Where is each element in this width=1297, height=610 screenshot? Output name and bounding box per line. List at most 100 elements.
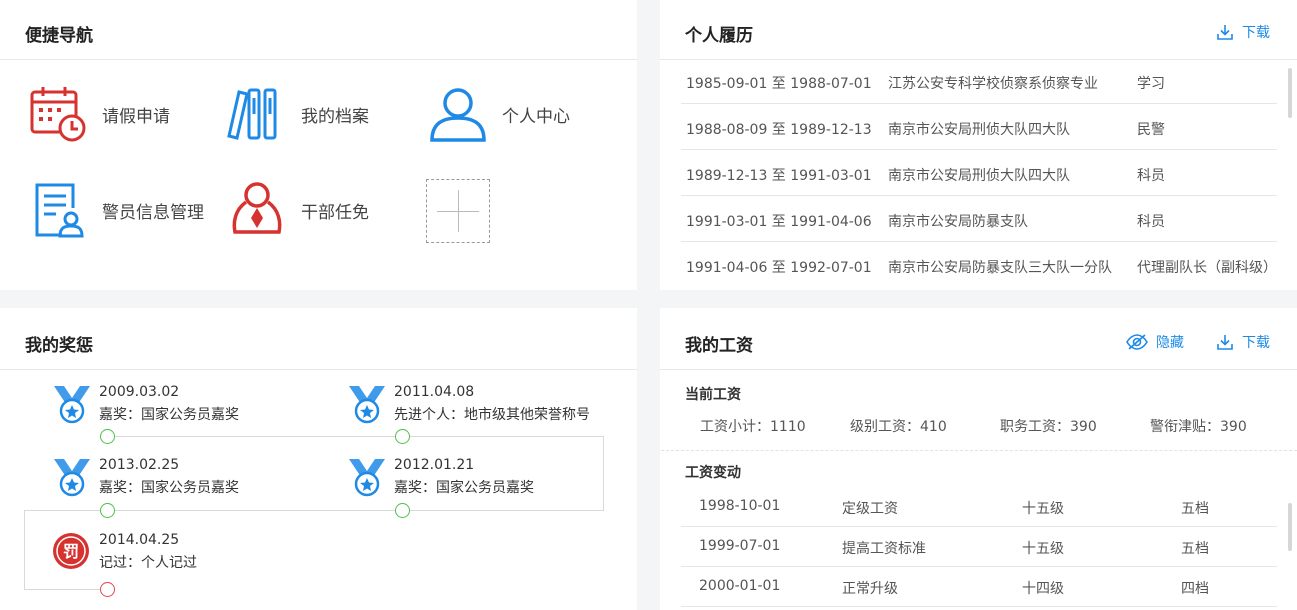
resume-position: 学习 (1137, 76, 1165, 92)
cadre-tie-icon (227, 180, 287, 240)
salary-position: 职务工资：390 (1000, 419, 1097, 435)
nav-item-personal-center[interactable]: 个人中心 (428, 84, 570, 144)
salary-level: 级别工资：410 (850, 419, 947, 435)
nav-item-my-archive[interactable]: 我的档案 (227, 84, 369, 144)
table-row: 1989-12-13 至 1991-03-01 南京市公安局刑侦大队四大队 科员 (681, 150, 1277, 196)
award-desc: 先进个人：地市级其他荣誉称号 (394, 407, 590, 423)
table-row: 1985-09-01 至 1988-07-01 江苏公安专科学校侦察系侦察专业 … (681, 58, 1277, 104)
salary-rank-allowance: 警衔津贴：390 (1150, 419, 1247, 435)
quick-nav-panel: 便捷导航 请假申请 我的档案 个人中心 警员信息管理 干部任免 (0, 0, 637, 290)
change-grade: 五档 (1181, 501, 1209, 517)
award-desc: 嘉奖：国家公务员嘉奖 (99, 407, 239, 423)
calendar-clock-icon (28, 84, 88, 144)
salary-download-button[interactable]: 下载 (1216, 332, 1270, 352)
table-row: 1998-10-01 定级工资 十五级 五档 (681, 487, 1277, 527)
timeline-line (24, 589, 107, 590)
penalty-badge-text: 罚 (63, 542, 79, 561)
change-level: 十五级 (1022, 501, 1064, 517)
award-desc: 记过：个人记过 (99, 555, 197, 571)
timeline-dot (395, 429, 410, 444)
award-date: 2014.04.25 (99, 532, 180, 548)
resume-period: 1985-09-01 至 1988-07-01 (686, 76, 872, 92)
awards-title: 我的奖惩 (25, 336, 93, 356)
eye-hidden-icon (1126, 334, 1148, 350)
change-level: 十四级 (1022, 581, 1064, 597)
nav-item-cadre-appointment[interactable]: 干部任免 (227, 180, 369, 240)
nav-item-leave-request[interactable]: 请假申请 (28, 84, 170, 144)
current-salary-title: 当前工资 (685, 387, 741, 403)
award-desc: 嘉奖：国家公务员嘉奖 (394, 480, 534, 496)
nav-item-label: 干部任免 (301, 202, 369, 223)
award-item: 2012.01.21 嘉奖：国家公务员嘉奖 (347, 457, 607, 501)
resume-period: 1989-12-13 至 1991-03-01 (686, 168, 872, 184)
resume-title: 个人履历 (685, 26, 753, 46)
salary-divider (660, 369, 1297, 370)
timeline-dot (100, 582, 115, 597)
change-type: 正常升级 (842, 581, 898, 597)
timeline-dot (100, 429, 115, 444)
change-grade: 四档 (1181, 581, 1209, 597)
user-document-icon (28, 180, 88, 240)
award-date: 2012.01.21 (394, 457, 475, 473)
hide-label: 隐藏 (1156, 335, 1184, 351)
change-level: 十五级 (1022, 541, 1064, 557)
change-date: 1998-10-01 (699, 498, 781, 514)
penalty-seal-icon: 罚 (53, 533, 89, 569)
table-row: 2000-01-01 正常升级 十四级 四档 (681, 567, 1277, 607)
resume-period: 1991-04-06 至 1992-07-01 (686, 260, 872, 276)
award-item: 2011.04.08 先进个人：地市级其他荣誉称号 (347, 384, 607, 428)
table-row: 1991-03-01 至 1991-04-06 南京市公安局防暴支队 科员 (681, 196, 1277, 242)
table-row: 1999-07-01 提高工资标准 十五级 五档 (681, 527, 1277, 567)
archive-books-icon (227, 84, 287, 144)
timeline-dot (100, 503, 115, 518)
nav-item-label: 请假申请 (102, 106, 170, 127)
resume-download-button[interactable]: 下载 (1216, 22, 1270, 42)
quick-nav-divider (0, 59, 637, 60)
nav-item-label: 警员信息管理 (102, 202, 204, 223)
award-date: 2009.03.02 (99, 384, 180, 400)
download-icon (1217, 335, 1233, 350)
salary-section-divider (661, 450, 1297, 451)
award-desc: 嘉奖：国家公务员嘉奖 (99, 480, 239, 496)
resume-position: 科员 (1137, 214, 1165, 230)
resume-position: 代理副队长（副科级） (1137, 260, 1277, 276)
medal-icon (54, 386, 90, 424)
salary-subtotal: 工资小计：1110 (700, 419, 806, 435)
resume-org: 南京市公安局刑侦大队四大队 (888, 168, 1070, 184)
timeline-dot (395, 503, 410, 518)
salary-hide-button[interactable]: 隐藏 (1126, 332, 1184, 352)
download-label: 下载 (1242, 335, 1270, 351)
medal-icon (54, 459, 90, 497)
timeline-line (24, 510, 25, 589)
row-gutter-right (660, 290, 1297, 308)
download-icon (1217, 25, 1233, 40)
nav-item-officer-info[interactable]: 警员信息管理 (28, 180, 204, 240)
resume-scrollbar[interactable] (1288, 68, 1292, 118)
penalty-item: 罚 2014.04.25 记过：个人记过 (52, 532, 312, 576)
table-row: 1988-08-09 至 1989-12-13 南京市公安局刑侦大队四大队 民警 (681, 104, 1277, 150)
awards-divider (0, 369, 637, 370)
resume-period: 1988-08-09 至 1989-12-13 (686, 122, 872, 138)
user-icon (428, 84, 488, 144)
salary-scrollbar[interactable] (1288, 503, 1292, 551)
nav-item-label: 个人中心 (502, 106, 570, 127)
resume-org: 南京市公安局防暴支队 (888, 214, 1028, 230)
resume-org: 南京市公安局防暴支队三大队一分队 (888, 260, 1112, 276)
column-gutter (637, 0, 660, 610)
timeline-line (107, 436, 603, 437)
row-gutter-left (0, 290, 637, 308)
download-label: 下载 (1242, 25, 1270, 41)
resume-period: 1991-03-01 至 1991-04-06 (686, 214, 872, 230)
award-date: 2011.04.08 (394, 384, 475, 400)
nav-item-label: 我的档案 (301, 106, 369, 127)
resume-org: 南京市公安局刑侦大队四大队 (888, 122, 1070, 138)
change-type: 提高工资标准 (842, 541, 926, 557)
award-item: 2009.03.02 嘉奖：国家公务员嘉奖 (52, 384, 312, 428)
medal-icon (349, 386, 385, 424)
quick-nav-title: 便捷导航 (25, 26, 93, 46)
add-nav-button[interactable] (426, 179, 490, 243)
table-row: 1991-04-06 至 1992-07-01 南京市公安局防暴支队三大队一分队… (681, 242, 1277, 288)
resume-position: 科员 (1137, 168, 1165, 184)
resume-position: 民警 (1137, 122, 1165, 138)
change-date: 1999-07-01 (699, 538, 781, 554)
